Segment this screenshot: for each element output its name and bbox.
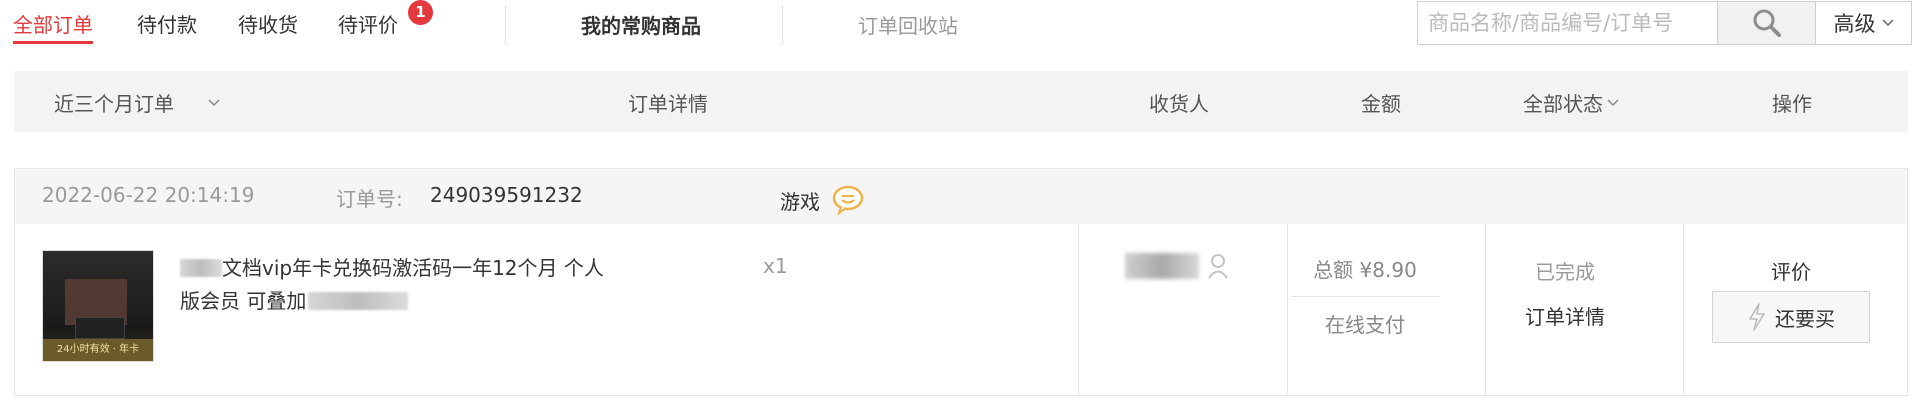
chat-icon[interactable]	[832, 185, 864, 215]
status-filter-label: 全部状态	[1523, 92, 1603, 116]
receiver-info	[1125, 253, 1229, 279]
payment-method: 在线支付	[1325, 313, 1405, 337]
product-name-link[interactable]: 文档vip年卡兑换码激活码一年12个月 个人版会员 可叠加	[180, 252, 620, 318]
review-link[interactable]: 评价	[1687, 256, 1895, 285]
order-header: 2022-06-22 20:14:19 订单号: 249039591232 游戏	[15, 169, 1907, 224]
person-icon[interactable]	[1207, 253, 1229, 279]
tab-divider	[505, 6, 506, 44]
rebuy-label: 还要买	[1775, 306, 1835, 331]
shop-link[interactable]: 游戏	[780, 185, 864, 215]
item-quantity: x1	[763, 254, 788, 278]
redacted-text	[308, 292, 409, 310]
time-range-filter[interactable]: 近三个月订单	[54, 88, 220, 117]
receiver-name-redacted	[1125, 253, 1199, 279]
product-card-graphic	[75, 317, 125, 339]
tab-pending-payment[interactable]: 待付款	[137, 9, 197, 38]
column-divider	[1485, 224, 1486, 396]
rebuy-button[interactable]: 还要买	[1712, 291, 1870, 343]
pending-review-count-badge: 1	[408, 0, 433, 25]
order-datetime: 2022-06-22 20:14:19	[42, 183, 255, 207]
tab-divider	[782, 6, 783, 44]
actions-cell: 评价 还要买	[1687, 256, 1895, 343]
chevron-down-icon	[1607, 98, 1619, 106]
recycle-bin-link[interactable]: 订单回收站	[858, 10, 958, 39]
column-divider	[1078, 224, 1079, 396]
search-icon	[1753, 9, 1781, 37]
order-number: 249039591232	[430, 183, 583, 207]
order-total: 总额 ¥8.90	[1313, 258, 1417, 282]
time-range-filter-label: 近三个月订单	[54, 92, 174, 116]
search-button[interactable]	[1718, 1, 1816, 45]
amount-cell: 总额 ¥8.90 在线支付	[1291, 254, 1439, 338]
tab-pending-receipt-label: 待收货	[238, 13, 298, 37]
frequent-items-link[interactable]: 我的常购商品	[581, 10, 701, 39]
amount-divider	[1291, 296, 1439, 297]
tab-pending-receipt[interactable]: 待收货	[238, 9, 298, 38]
column-divider	[1287, 224, 1288, 396]
order-status: 已完成	[1535, 260, 1595, 284]
order-tabs-bar: 全部订单 待付款 待收货 待评价 1 我的常购商品 订单回收站 高级	[0, 0, 1920, 58]
advanced-search-label: 高级	[1833, 12, 1876, 36]
order-details-column: 订单详情	[628, 92, 708, 116]
order-card: 2022-06-22 20:14:19 订单号: 249039591232 游戏…	[14, 168, 1908, 396]
order-table-header: 近三个月订单 订单详情 收货人 金额 全部状态 操作	[14, 71, 1908, 132]
lightning-icon	[1749, 303, 1765, 331]
chevron-down-icon	[208, 98, 220, 106]
tab-all-orders[interactable]: 全部订单	[13, 9, 93, 44]
thumbnail-caption: 24小时有效 · 年卡	[43, 339, 153, 361]
column-divider	[1683, 224, 1684, 396]
tab-pending-review[interactable]: 待评价	[338, 9, 398, 38]
search-input[interactable]	[1418, 2, 1717, 44]
amount-column: 金额	[1361, 92, 1401, 116]
order-item-row: 24小时有效 · 年卡 文档vip年卡兑换码激活码一年12个月 个人版会员 可叠…	[15, 224, 1907, 396]
chevron-down-icon	[1881, 19, 1894, 27]
product-thumbnail[interactable]: 24小时有效 · 年卡	[42, 250, 154, 362]
order-detail-link[interactable]: 订单详情	[1491, 301, 1639, 330]
status-filter[interactable]: 全部状态	[1523, 88, 1619, 117]
tab-all-orders-label: 全部订单	[13, 13, 93, 37]
active-tab-underline	[13, 41, 93, 44]
advanced-search-button[interactable]: 高级	[1816, 1, 1912, 45]
receiver-column: 收货人	[1149, 92, 1209, 116]
redacted-text	[180, 259, 222, 277]
tab-pending-payment-label: 待付款	[137, 13, 197, 37]
tab-pending-review-label: 待评价	[338, 13, 398, 37]
shop-name: 游戏	[780, 189, 820, 214]
order-number-label: 订单号:	[336, 187, 403, 211]
actions-column: 操作	[1772, 92, 1812, 116]
search-box	[1417, 1, 1718, 45]
status-cell: 已完成 订单详情	[1491, 256, 1639, 330]
